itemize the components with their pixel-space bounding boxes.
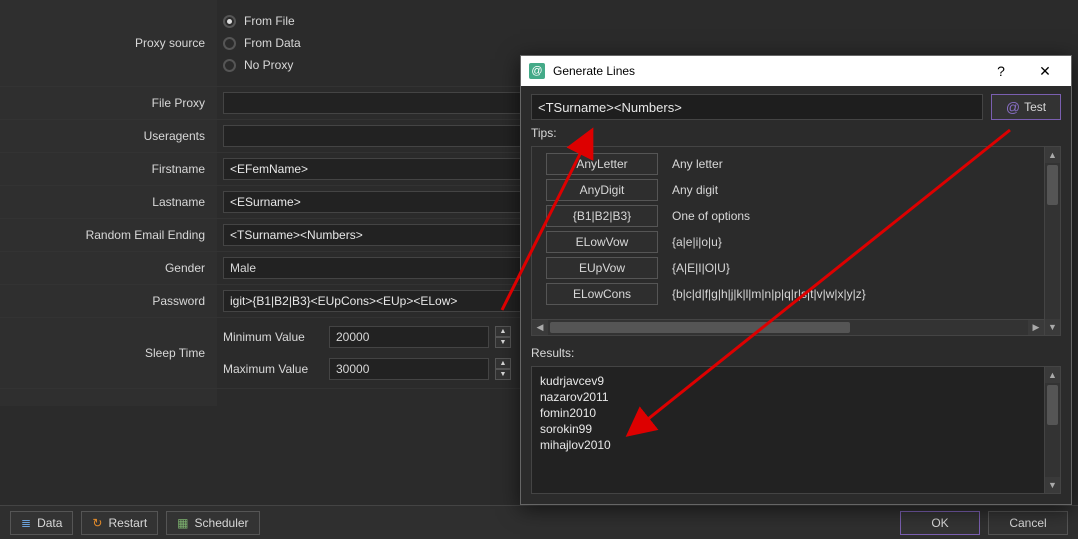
scroll-down-icon[interactable]: ▼ (1045, 319, 1060, 335)
scroll-left-icon[interactable]: ◀ (532, 320, 548, 335)
restart-icon: ↻ (92, 516, 102, 530)
database-icon: ≣ (21, 516, 31, 530)
expression-input[interactable] (531, 94, 983, 120)
ok-button[interactable]: OK (900, 511, 980, 535)
calendar-icon: ▦ (177, 516, 188, 530)
result-line: nazarov2011 (540, 389, 1052, 405)
scroll-up-icon[interactable]: ▲ (1045, 367, 1060, 383)
scroll-down-icon[interactable]: ▼ (1045, 477, 1060, 493)
tip-chip[interactable]: EUpVow (546, 257, 658, 279)
tip-row: AnyDigit Any digit (546, 179, 1056, 201)
tip-desc: {A|E|I|O|U} (672, 261, 730, 275)
tips-area: AnyLetter Any letter AnyDigit Any digit {B1|… (531, 146, 1061, 336)
tip-row: {B1|B2|B3} One of options (546, 205, 1056, 227)
label-proxy-source: Proxy source (0, 0, 217, 86)
results-area: kudrjavcev9nazarov2011fomin2010sorokin99… (531, 366, 1061, 494)
tip-row: AnyLetter Any letter (546, 153, 1056, 175)
tip-desc: {b|c|d|f|g|h|j|k|l|m|n|p|q|r|s|t|v|w|x|y… (672, 287, 866, 301)
radio-from-data[interactable]: From Data (223, 36, 301, 50)
scroll-right-icon[interactable]: ▶ (1028, 320, 1044, 335)
label-gender: Gender (0, 252, 217, 284)
tip-row: ELowCons {b|c|d|f|g|h|j|k|l|m|n|p|q|r|s|t… (546, 283, 1056, 305)
tip-row: ELowVow {a|e|i|o|u} (546, 231, 1056, 253)
result-line: mihajlov2010 (540, 437, 1052, 453)
close-button[interactable]: ✕ (1027, 57, 1063, 85)
radio-no-proxy[interactable]: No Proxy (223, 58, 293, 72)
app-icon: @ (529, 63, 545, 79)
label-useragents: Useragents (0, 120, 217, 152)
results-label: Results: (531, 346, 1061, 360)
tips-vertical-scrollbar[interactable]: ▲ ▼ (1044, 147, 1060, 335)
tip-row: EUpVow {A|E|I|O|U} (546, 257, 1056, 279)
tip-chip[interactable]: AnyDigit (546, 179, 658, 201)
tips-label: Tips: (531, 126, 1061, 140)
radio-from-file[interactable]: From File (223, 14, 295, 28)
scroll-up-icon[interactable]: ▲ (1045, 147, 1060, 163)
dialog-titlebar[interactable]: @ Generate Lines ? ✕ (521, 56, 1071, 86)
gender-value: Male (230, 261, 256, 275)
help-button[interactable]: ? (983, 57, 1019, 85)
label-min-value: Minimum Value (223, 330, 323, 344)
min-stepper[interactable]: ▲▼ (495, 326, 511, 348)
label-firstname: Firstname (0, 153, 217, 185)
at-icon: @ (1006, 99, 1020, 115)
label-random-email-ending: Random Email Ending (0, 219, 217, 251)
results-vertical-scrollbar[interactable]: ▲ ▼ (1044, 367, 1060, 493)
restart-button[interactable]: ↻Restart (81, 511, 158, 535)
generate-lines-dialog: @ Generate Lines ? ✕ @Test Tips: AnyLett… (520, 55, 1072, 505)
tip-chip[interactable]: ELowVow (546, 231, 658, 253)
tips-horizontal-scrollbar[interactable]: ◀ ▶ (532, 319, 1044, 335)
test-button[interactable]: @Test (991, 94, 1061, 120)
max-value-input[interactable]: 30000 (329, 358, 489, 380)
label-password: Password (0, 285, 217, 317)
label-lastname: Lastname (0, 186, 217, 218)
tip-desc: Any digit (672, 183, 718, 197)
tip-chip[interactable]: ELowCons (546, 283, 658, 305)
result-line: fomin2010 (540, 405, 1052, 421)
tip-desc: One of options (672, 209, 750, 223)
tip-desc: {a|e|i|o|u} (672, 235, 722, 249)
label-max-value: Maximum Value (223, 362, 323, 376)
scheduler-button[interactable]: ▦Scheduler (166, 511, 259, 535)
result-line: sorokin99 (540, 421, 1052, 437)
tip-desc: Any letter (672, 157, 723, 171)
result-line: kudrjavcev9 (540, 373, 1052, 389)
max-stepper[interactable]: ▲▼ (495, 358, 511, 380)
label-sleep-time: Sleep Time (0, 318, 217, 388)
data-button[interactable]: ≣Data (10, 511, 73, 535)
cancel-button[interactable]: Cancel (988, 511, 1068, 535)
label-file-proxy: File Proxy (0, 87, 217, 119)
tip-chip[interactable]: {B1|B2|B3} (546, 205, 658, 227)
tip-chip[interactable]: AnyLetter (546, 153, 658, 175)
min-value-input[interactable]: 20000 (329, 326, 489, 348)
bottom-toolbar: ≣Data ↻Restart ▦Scheduler OK Cancel (0, 505, 1078, 539)
dialog-title: Generate Lines (553, 64, 975, 78)
